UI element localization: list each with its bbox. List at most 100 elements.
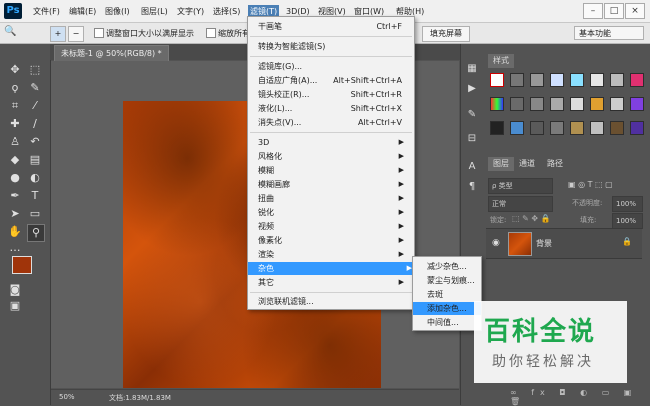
submenu-item-median[interactable]: 中间值... [417,316,477,329]
menu-item-filter-gallery[interactable]: 滤镜库(G)... [258,60,406,73]
menu-item-render[interactable]: 渲染 ▶ [258,248,406,261]
quick-select-icon[interactable]: ✎ [27,80,43,96]
menu-item-smart-filter[interactable]: 转换为智能滤镜(S) [258,40,406,53]
fill-screen-button[interactable]: 填充屏幕 [422,26,470,42]
blur-tool-icon[interactable]: ● [7,170,23,186]
eyedropper-icon[interactable]: ⁄ [27,98,43,114]
marquee-tool-icon[interactable]: ⬚ [27,62,43,78]
style-swatch[interactable] [550,73,564,87]
stamp-tool-icon[interactable]: ♙ [7,134,23,150]
menu-item-blur-gallery[interactable]: 模糊画廊 ▶ [258,178,406,191]
menu-edit[interactable]: 编辑(E) [69,5,96,18]
lock-icons[interactable]: ⬚ ✎ ✥ 🔒 [512,214,551,223]
type-tool-icon[interactable]: T [27,188,43,204]
menu-item-last-filter[interactable]: 干画笔 Ctrl+F [258,20,406,33]
menu-item-noise[interactable]: 杂色 ▶ [248,262,414,275]
style-swatch[interactable] [510,97,524,111]
layer-name[interactable]: 背景 [536,238,552,249]
menu-item-sharpen[interactable]: 锐化 ▶ [258,206,406,219]
style-swatch[interactable] [490,121,504,135]
menu-select[interactable]: 选择(S) [213,5,240,18]
submenu-item-add-noise[interactable]: 添加杂色... [413,302,481,315]
filter-icons[interactable]: ▣ ◎ T ⬚ ▢ [568,180,613,189]
brush-tool-icon[interactable]: ∕ [27,116,43,132]
workspace-select[interactable]: 基本功能 [574,26,644,40]
style-swatch[interactable] [530,73,544,87]
style-swatch[interactable] [570,121,584,135]
history-panel-icon[interactable]: ▦ [465,62,479,76]
submenu-item-reduce-noise[interactable]: 减少杂色... [417,260,477,273]
opacity-input[interactable]: 100% [612,196,643,212]
style-swatch[interactable] [590,73,604,87]
zoom-tool-icon[interactable]: 🔍 [4,26,16,37]
style-swatch[interactable] [630,97,644,111]
submenu-item-dust-scratches[interactable]: 蒙尘与划痕... [417,274,477,287]
brush-panel-icon[interactable]: ✎ [465,108,479,122]
lasso-tool-icon[interactable]: ϙ [7,80,23,96]
layers-footer-icons[interactable]: ∞ fx ◘ ◐ ▭ ▣ 🗑 [510,388,650,406]
menu-type[interactable]: 文字(Y) [177,5,204,18]
style-swatch[interactable] [570,97,584,111]
style-swatch[interactable] [630,121,644,135]
style-swatch[interactable] [510,121,524,135]
menu-item-3d[interactable]: 3D ▶ [258,136,406,149]
zoom-all-checkbox[interactable] [206,28,216,38]
menu-item-blur[interactable]: 模糊 ▶ [258,164,406,177]
screen-mode-icon[interactable]: ▣ [7,298,23,314]
zoom-tool-icon[interactable]: ⚲ [27,224,45,242]
style-swatch[interactable] [550,97,564,111]
shape-tool-icon[interactable]: ▭ [27,206,43,222]
close-button[interactable]: × [625,3,645,19]
style-swatch[interactable] [490,73,504,87]
more-tools-icon[interactable]: … [7,240,23,256]
hand-tool-icon[interactable]: ✋ [7,224,23,240]
paragraph-panel-icon[interactable]: ¶ [465,180,479,194]
style-swatch[interactable] [610,73,624,87]
visibility-eye-icon[interactable]: ◉ [492,238,500,248]
blend-mode-select[interactable]: 正常 [488,196,553,212]
menu-item-liquify[interactable]: 液化(L)... Shift+Ctrl+X [258,102,406,115]
style-swatch[interactable] [570,73,584,87]
tab-channels[interactable]: 通道 [514,157,540,171]
minimize-button[interactable]: – [583,3,603,19]
style-swatch[interactable] [630,73,644,87]
foreground-color-swatch[interactable] [12,256,32,274]
style-swatch[interactable] [590,121,604,135]
menu-item-adaptive-wide-angle[interactable]: 自适应广角(A)... Alt+Shift+Ctrl+A [258,74,406,87]
menu-item-stylize[interactable]: 风格化 ▶ [258,150,406,163]
tab-paths[interactable]: 路径 [542,157,568,171]
tab-styles[interactable]: 样式 [488,54,514,68]
menu-item-video[interactable]: 视频 ▶ [258,220,406,233]
style-swatch[interactable] [530,121,544,135]
layer-row-background[interactable]: ◉ 背景 🔒 [486,228,642,259]
menu-item-pixelate[interactable]: 像素化 ▶ [258,234,406,247]
style-swatch[interactable] [590,97,604,111]
menu-item-vanishing-point[interactable]: 消失点(V)... Alt+Ctrl+V [258,116,406,129]
zoom-in-button[interactable]: + [50,26,66,42]
menu-image[interactable]: 图像(I) [105,5,130,18]
maximize-button[interactable]: □ [604,3,624,19]
style-swatch[interactable] [530,97,544,111]
gradient-tool-icon[interactable]: ▤ [27,152,43,168]
move-tool-icon[interactable]: ✥ [7,62,23,78]
character-panel-icon[interactable]: A [465,160,479,174]
layer-kind-filter[interactable]: ρ 类型 [488,178,553,194]
menu-item-other[interactable]: 其它 ▶ [258,276,406,289]
actions-panel-icon[interactable]: ▶ [465,82,479,96]
menu-item-distort[interactable]: 扭曲 ▶ [258,192,406,205]
menu-layer[interactable]: 图层(L) [141,5,168,18]
document-tab[interactable]: 未标题-1 @ 50%(RGB/8) * [54,45,169,62]
healing-brush-icon[interactable]: ✚ [7,116,23,132]
pen-tool-icon[interactable]: ✒ [7,188,23,204]
menu-item-browse-online[interactable]: 浏览联机滤镜... [258,295,406,308]
style-swatch[interactable] [610,121,624,135]
fill-input[interactable]: 100% [612,213,643,229]
clone-source-icon[interactable]: ⊟ [465,132,479,146]
style-swatch[interactable] [490,97,504,111]
style-swatch[interactable] [510,73,524,87]
style-swatch[interactable] [610,97,624,111]
menu-file[interactable]: 文件(F) [33,5,60,18]
tab-layers[interactable]: 图层 [488,157,514,171]
crop-tool-icon[interactable]: ⌗ [7,98,23,114]
dodge-tool-icon[interactable]: ◐ [27,170,43,186]
